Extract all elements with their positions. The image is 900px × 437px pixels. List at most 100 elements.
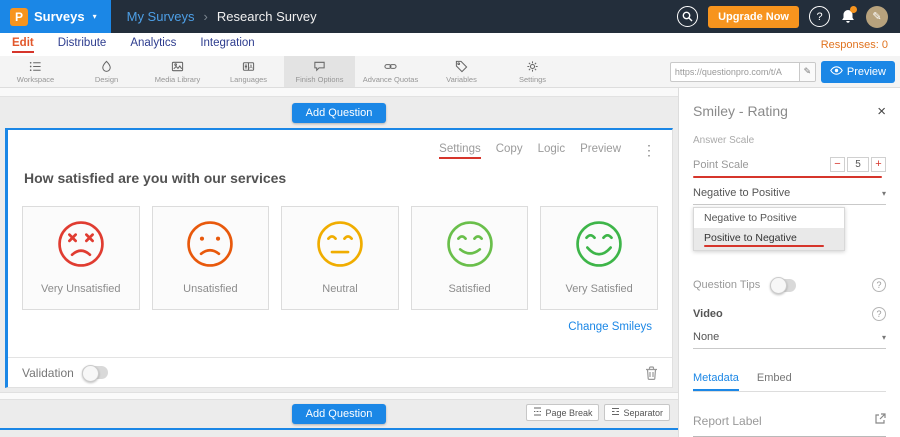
- nav-tabs: Edit Distribute Analytics Integration: [12, 37, 255, 53]
- add-question-button-top[interactable]: Add Question: [292, 103, 387, 123]
- very-unsatisfied-smiley-icon: [56, 219, 106, 274]
- media-library-icon: [171, 60, 184, 73]
- question-card-menu: Settings Copy Logic Preview ⋮: [439, 142, 656, 159]
- toolbar-item-languages[interactable]: A Languages: [213, 56, 284, 87]
- survey-url-text: https://questionpro.com/t/A: [671, 67, 799, 77]
- breadcrumb-separator: ›: [204, 9, 208, 24]
- smiley-option-neutral[interactable]: Neutral: [281, 206, 399, 310]
- unsatisfied-smiley-icon: [185, 219, 235, 274]
- video-help-icon[interactable]: ?: [872, 307, 886, 321]
- gear-icon: [526, 60, 539, 73]
- page-divider-strip: [0, 392, 678, 400]
- delete-question-trash-icon[interactable]: [645, 366, 658, 380]
- smiley-options-row: Very Unsatisfied Unsatisfied Neutral Sat…: [22, 206, 658, 310]
- toolbar-item-design[interactable]: Design: [71, 56, 142, 87]
- content-top-strip: [0, 88, 678, 97]
- point-scale-value: 5: [847, 157, 869, 172]
- smiley-option-satisfied[interactable]: Satisfied: [411, 206, 529, 310]
- help-icon[interactable]: ?: [809, 6, 830, 27]
- question-tips-row: Question Tips ?: [693, 278, 886, 292]
- tab-distribute[interactable]: Distribute: [58, 37, 107, 53]
- close-icon[interactable]: ×: [877, 104, 886, 119]
- next-block-indicator: [0, 428, 678, 430]
- caret-down-icon: ▾: [882, 333, 886, 342]
- question-settings-link[interactable]: Settings: [439, 143, 481, 159]
- question-logic-link[interactable]: Logic: [538, 143, 566, 159]
- languages-icon: A: [242, 60, 255, 73]
- design-icon: [100, 60, 113, 73]
- toolbar-item-finish-options[interactable]: Finish Options: [284, 56, 355, 87]
- decrease-scale-button[interactable]: −: [830, 157, 845, 172]
- toolbar-item-variables[interactable]: Variables: [426, 56, 497, 87]
- toolbar-item-settings[interactable]: Settings: [497, 56, 568, 87]
- notifications-bell-icon[interactable]: [840, 8, 856, 25]
- tab-edit[interactable]: Edit: [12, 37, 34, 53]
- question-settings-panel: Smiley - Rating × Answer Scale Point Sca…: [678, 88, 900, 437]
- report-label-field[interactable]: Report Label: [693, 412, 886, 437]
- expand-icon[interactable]: [874, 412, 886, 430]
- nav-bar: Edit Distribute Analytics Integration Re…: [0, 33, 900, 56]
- brand-label: Surveys: [34, 9, 85, 24]
- questionpro-logo-icon: P: [10, 8, 28, 26]
- tab-analytics[interactable]: Analytics: [130, 37, 176, 53]
- edit-toolbar: Workspace Design Media Library A Languag…: [0, 56, 900, 88]
- very-satisfied-smiley-icon: [574, 219, 624, 274]
- finish-options-icon: [313, 60, 326, 73]
- search-icon[interactable]: [677, 6, 698, 27]
- svg-text:A: A: [249, 64, 253, 70]
- option-positive-to-negative[interactable]: Positive to Negative: [694, 228, 844, 250]
- more-options-icon[interactable]: ⋮: [642, 142, 656, 159]
- breadcrumb-my-surveys[interactable]: My Surveys: [127, 9, 195, 24]
- question-title[interactable]: How satisfied are you with our services: [24, 170, 672, 186]
- point-scale-label: Point Scale: [693, 159, 749, 171]
- add-question-button-bottom[interactable]: Add Question: [292, 404, 387, 424]
- tab-integration[interactable]: Integration: [200, 37, 254, 53]
- separator-button[interactable]: Separator: [604, 404, 670, 421]
- tab-embed[interactable]: Embed: [757, 372, 792, 391]
- smiley-option-very-unsatisfied[interactable]: Very Unsatisfied: [22, 206, 140, 310]
- scale-direction-select[interactable]: Negative to Positive ▾: [693, 187, 886, 205]
- surveys-menu[interactable]: P Surveys ▾: [0, 0, 111, 33]
- panel-tabs: Metadata Embed: [693, 372, 886, 392]
- video-select[interactable]: None ▾: [693, 331, 886, 349]
- video-row: Video ?: [693, 307, 886, 321]
- upgrade-now-button[interactable]: Upgrade Now: [708, 6, 799, 28]
- preview-button[interactable]: Preview: [821, 61, 895, 83]
- eye-icon: [830, 66, 843, 78]
- question-copy-link[interactable]: Copy: [496, 143, 523, 159]
- panel-title: Smiley - Rating: [693, 103, 788, 119]
- workspace-icon: [29, 60, 42, 73]
- question-tips-toggle[interactable]: [770, 279, 796, 292]
- tab-metadata[interactable]: Metadata: [693, 372, 739, 391]
- breadcrumb: My Surveys › Research Survey: [127, 9, 317, 24]
- point-scale-stepper: − 5 +: [830, 157, 886, 172]
- smiley-option-very-satisfied[interactable]: Very Satisfied: [540, 206, 658, 310]
- insert-controls: Page Break Separator: [526, 404, 670, 421]
- edit-url-pencil-icon[interactable]: ✎: [799, 63, 815, 81]
- toolbar-item-media-library[interactable]: Media Library: [142, 56, 213, 87]
- survey-url-field[interactable]: https://questionpro.com/t/A ✎: [670, 62, 816, 82]
- annotation-underline: [693, 176, 882, 178]
- question-preview-link[interactable]: Preview: [580, 143, 621, 159]
- responses-count[interactable]: Responses: 0: [821, 39, 888, 51]
- page-break-button[interactable]: Page Break: [526, 404, 599, 421]
- avatar[interactable]: ✎: [866, 6, 888, 28]
- question-tips-help-icon[interactable]: ?: [872, 278, 886, 292]
- notification-badge: [850, 6, 857, 13]
- caret-down-icon: ▾: [93, 12, 97, 21]
- separator-icon: [611, 407, 620, 418]
- point-scale-row: Point Scale − 5 +: [693, 157, 886, 172]
- validation-toggle[interactable]: [82, 366, 108, 379]
- toolbar-item-advance-quotas[interactable]: Advance Quotas: [355, 56, 426, 87]
- answer-scale-label: Answer Scale: [693, 135, 886, 146]
- video-label: Video: [693, 308, 723, 320]
- toolbar-item-workspace[interactable]: Workspace: [0, 56, 71, 87]
- neutral-smiley-icon: [315, 219, 365, 274]
- change-smileys-link[interactable]: Change Smileys: [8, 321, 652, 333]
- survey-editor-canvas: Add Question Settings Copy Logic Preview…: [0, 88, 678, 437]
- smiley-option-unsatisfied[interactable]: Unsatisfied: [152, 206, 270, 310]
- top-bar: P Surveys ▾ My Surveys › Research Survey…: [0, 0, 900, 33]
- increase-scale-button[interactable]: +: [871, 157, 886, 172]
- topbar-actions: Upgrade Now ? ✎: [677, 6, 900, 28]
- option-negative-to-positive[interactable]: Negative to Positive: [694, 208, 844, 228]
